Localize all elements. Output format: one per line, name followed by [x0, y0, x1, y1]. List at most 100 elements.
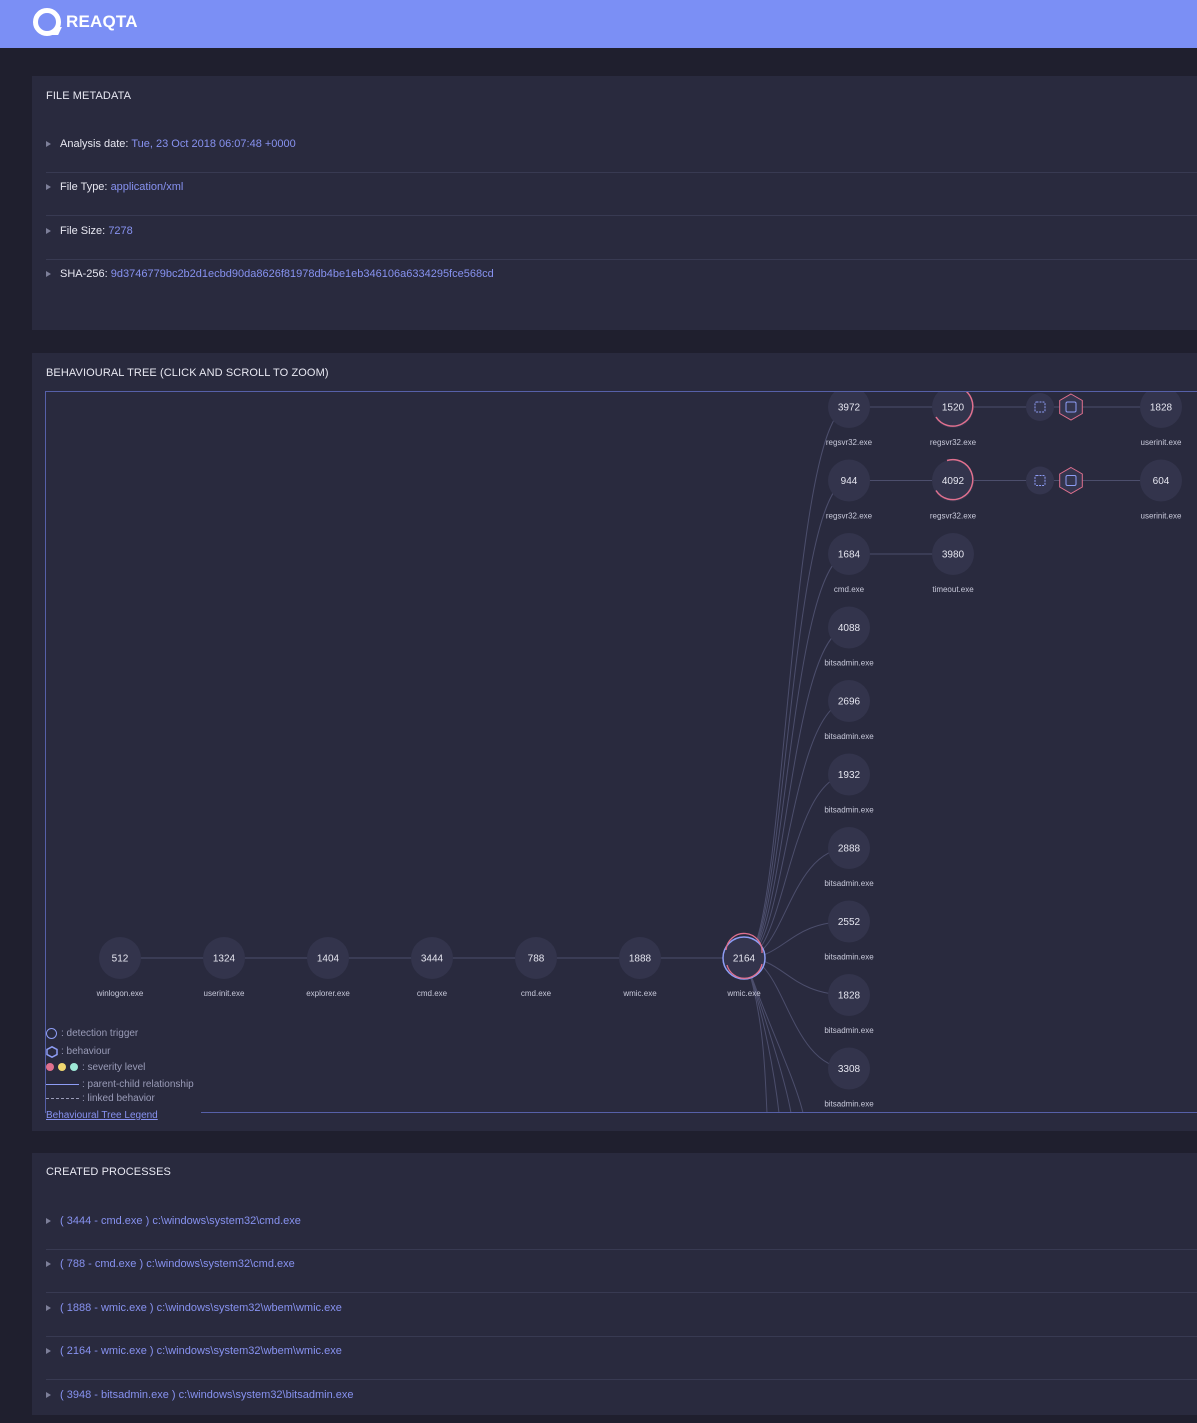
- behavioural-tree-panel: BEHAVIOURAL TREE (CLICK AND SCROLL TO ZO…: [32, 353, 1197, 1131]
- process-id: ( 3948 - bitsadmin.exe ): [60, 1389, 176, 1401]
- legend-detection-trigger-label: : detection trigger: [61, 1028, 139, 1039]
- severity-high-dot: [46, 1063, 54, 1071]
- file-type-row[interactable]: File Type: application/xml: [46, 172, 1197, 216]
- process-name: bitsadmin.exe: [824, 659, 874, 668]
- expand-arrow-icon[interactable]: [46, 1392, 51, 1398]
- process-name: bitsadmin.exe: [824, 879, 874, 888]
- behaviour-node[interactable]: [1026, 393, 1054, 421]
- process-name: userinit.exe: [204, 989, 245, 998]
- process-pid: 2552: [838, 917, 861, 928]
- expand-arrow-icon[interactable]: [46, 141, 51, 147]
- process-pid: 944: [841, 476, 858, 487]
- legend-behaviour-label: : behaviour: [61, 1046, 111, 1057]
- process-path: c:\windows\system32\cmd.exe: [146, 1258, 295, 1270]
- tree-canvas[interactable]: 512 winlogon.exe 1324 userinit.exe 1404 explo…: [45, 391, 1197, 1113]
- analysis-date-value: Tue, 23 Oct 2018 06:07:48 +0000: [131, 138, 296, 150]
- process-name: cmd.exe: [521, 989, 552, 998]
- top-bar: REAQTA: [0, 0, 1197, 48]
- expand-arrow-icon[interactable]: [46, 184, 51, 190]
- process-name: wmic.exe: [622, 989, 657, 998]
- behaviour-hexagon-icon: [46, 1046, 58, 1058]
- file-type-label: File Type:: [60, 181, 108, 193]
- process-pid: 3980: [942, 550, 965, 561]
- process-pid: 604: [1153, 476, 1170, 487]
- sha256-label: SHA-256:: [60, 268, 108, 280]
- process-id: ( 3444 - cmd.exe ): [60, 1215, 150, 1227]
- file-metadata-title: FILE METADATA: [46, 90, 132, 102]
- process-name: regsvr32.exe: [930, 512, 977, 521]
- process-id: ( 1888 - wmic.exe ): [60, 1302, 154, 1314]
- process-pid: 2888: [838, 844, 861, 855]
- process-row[interactable]: ( 788 - cmd.exe ) c:\windows\system32\cm…: [46, 1249, 1197, 1293]
- tree-edge: [744, 847, 850, 959]
- process-pid: 1684: [838, 550, 861, 561]
- file-size-label: File Size:: [60, 225, 106, 237]
- process-name: cmd.exe: [417, 989, 448, 998]
- sha256-value: 9d3746779bc2b2d1ecbd90da8626f81978db4be1…: [110, 268, 494, 280]
- brand-name: REAQTA: [66, 12, 138, 31]
- analysis-date-row[interactable]: Analysis date: Tue, 23 Oct 2018 06:07:48…: [46, 129, 1197, 173]
- process-path: c:\windows\system32\wbem\wmic.exe: [156, 1345, 342, 1357]
- file-type-value: application/xml: [110, 181, 184, 193]
- behaviour-node[interactable]: [1026, 466, 1054, 495]
- process-pid: 1404: [317, 954, 340, 965]
- parent-child-line-icon: [46, 1084, 79, 1085]
- process-pid: 1828: [1150, 403, 1173, 414]
- process-id: ( 2164 - wmic.exe ): [60, 1345, 154, 1357]
- sha256-row[interactable]: SHA-256: 9d3746779bc2b2d1ecbd90da8626f81…: [46, 259, 1197, 302]
- process-row[interactable]: ( 1888 - wmic.exe ) c:\windows\system32\…: [46, 1293, 1197, 1337]
- process-path: c:\windows\system32\wbem\wmic.exe: [156, 1302, 342, 1314]
- process-name: wmic.exe: [726, 989, 761, 998]
- process-pid: 4092: [942, 476, 965, 487]
- process-name: winlogon.exe: [96, 989, 144, 998]
- process-row[interactable]: ( 3948 - bitsadmin.exe ) c:\windows\syst…: [46, 1380, 1197, 1423]
- process-row[interactable]: ( 3444 - cmd.exe ) c:\windows\system32\c…: [46, 1206, 1197, 1250]
- expand-arrow-icon[interactable]: [46, 1218, 51, 1224]
- expand-arrow-icon[interactable]: [46, 1261, 51, 1267]
- reaqta-logo[interactable]: REAQTA: [33, 8, 143, 38]
- process-name: cmd.exe: [834, 585, 865, 594]
- process-pid: 3308: [838, 1064, 861, 1075]
- process-name: bitsadmin.exe: [824, 806, 874, 815]
- file-size-row[interactable]: File Size: 7278: [46, 216, 1197, 260]
- tree-edge: [744, 957, 768, 1113]
- tree-graph[interactable]: 512 winlogon.exe 1324 userinit.exe 1404 explo…: [46, 392, 1197, 1113]
- process-pid: 1520: [942, 403, 965, 414]
- expand-arrow-icon[interactable]: [46, 271, 51, 277]
- process-name: bitsadmin.exe: [824, 1100, 874, 1109]
- process-pid: 788: [528, 954, 545, 965]
- process-name: bitsadmin.exe: [824, 732, 874, 741]
- process-name: bitsadmin.exe: [824, 1026, 874, 1035]
- created-processes-title: CREATED PROCESSES: [46, 1166, 171, 1178]
- process-pid: 1828: [838, 991, 861, 1002]
- expand-arrow-icon[interactable]: [46, 1348, 51, 1354]
- tree-border-bottom: [201, 1112, 1197, 1113]
- process-row[interactable]: ( 2164 - wmic.exe ) c:\windows\system32\…: [46, 1336, 1197, 1380]
- legend-linked-label: : linked behavior: [82, 1093, 155, 1104]
- process-name: timeout.exe: [932, 585, 974, 594]
- legend-severity-label: : severity level: [82, 1062, 146, 1073]
- analysis-date-label: Analysis date:: [60, 138, 129, 150]
- legend-parent-child-label: : parent-child relationship: [82, 1079, 194, 1090]
- severity-low-dot: [70, 1063, 78, 1071]
- behaviour-hexagon[interactable]: [1059, 466, 1083, 495]
- process-pid: 3444: [421, 954, 444, 965]
- expand-arrow-icon[interactable]: [46, 1305, 51, 1311]
- behavioural-tree-legend-link[interactable]: Behavioural Tree Legend: [46, 1110, 158, 1121]
- process-pid: 4088: [838, 623, 861, 634]
- expand-arrow-icon[interactable]: [46, 228, 51, 234]
- file-metadata-panel: FILE METADATA Analysis date: Tue, 23 Oct…: [32, 76, 1197, 330]
- process-name: regsvr32.exe: [826, 512, 873, 521]
- process-name: userinit.exe: [1141, 438, 1182, 447]
- process-name: explorer.exe: [306, 989, 350, 998]
- process-id: ( 788 - cmd.exe ): [60, 1258, 144, 1270]
- process-name: regsvr32.exe: [930, 438, 977, 447]
- behaviour-hexagon[interactable]: [1059, 393, 1083, 421]
- tree-edge: [744, 957, 804, 1113]
- process-pid: 512: [112, 954, 129, 965]
- process-path: c:\windows\system32\bitsadmin.exe: [178, 1389, 354, 1401]
- process-name: bitsadmin.exe: [824, 953, 874, 962]
- process-pid: 2696: [838, 697, 861, 708]
- process-path: c:\windows\system32\cmd.exe: [152, 1215, 301, 1227]
- detection-trigger-icon: [46, 1028, 57, 1039]
